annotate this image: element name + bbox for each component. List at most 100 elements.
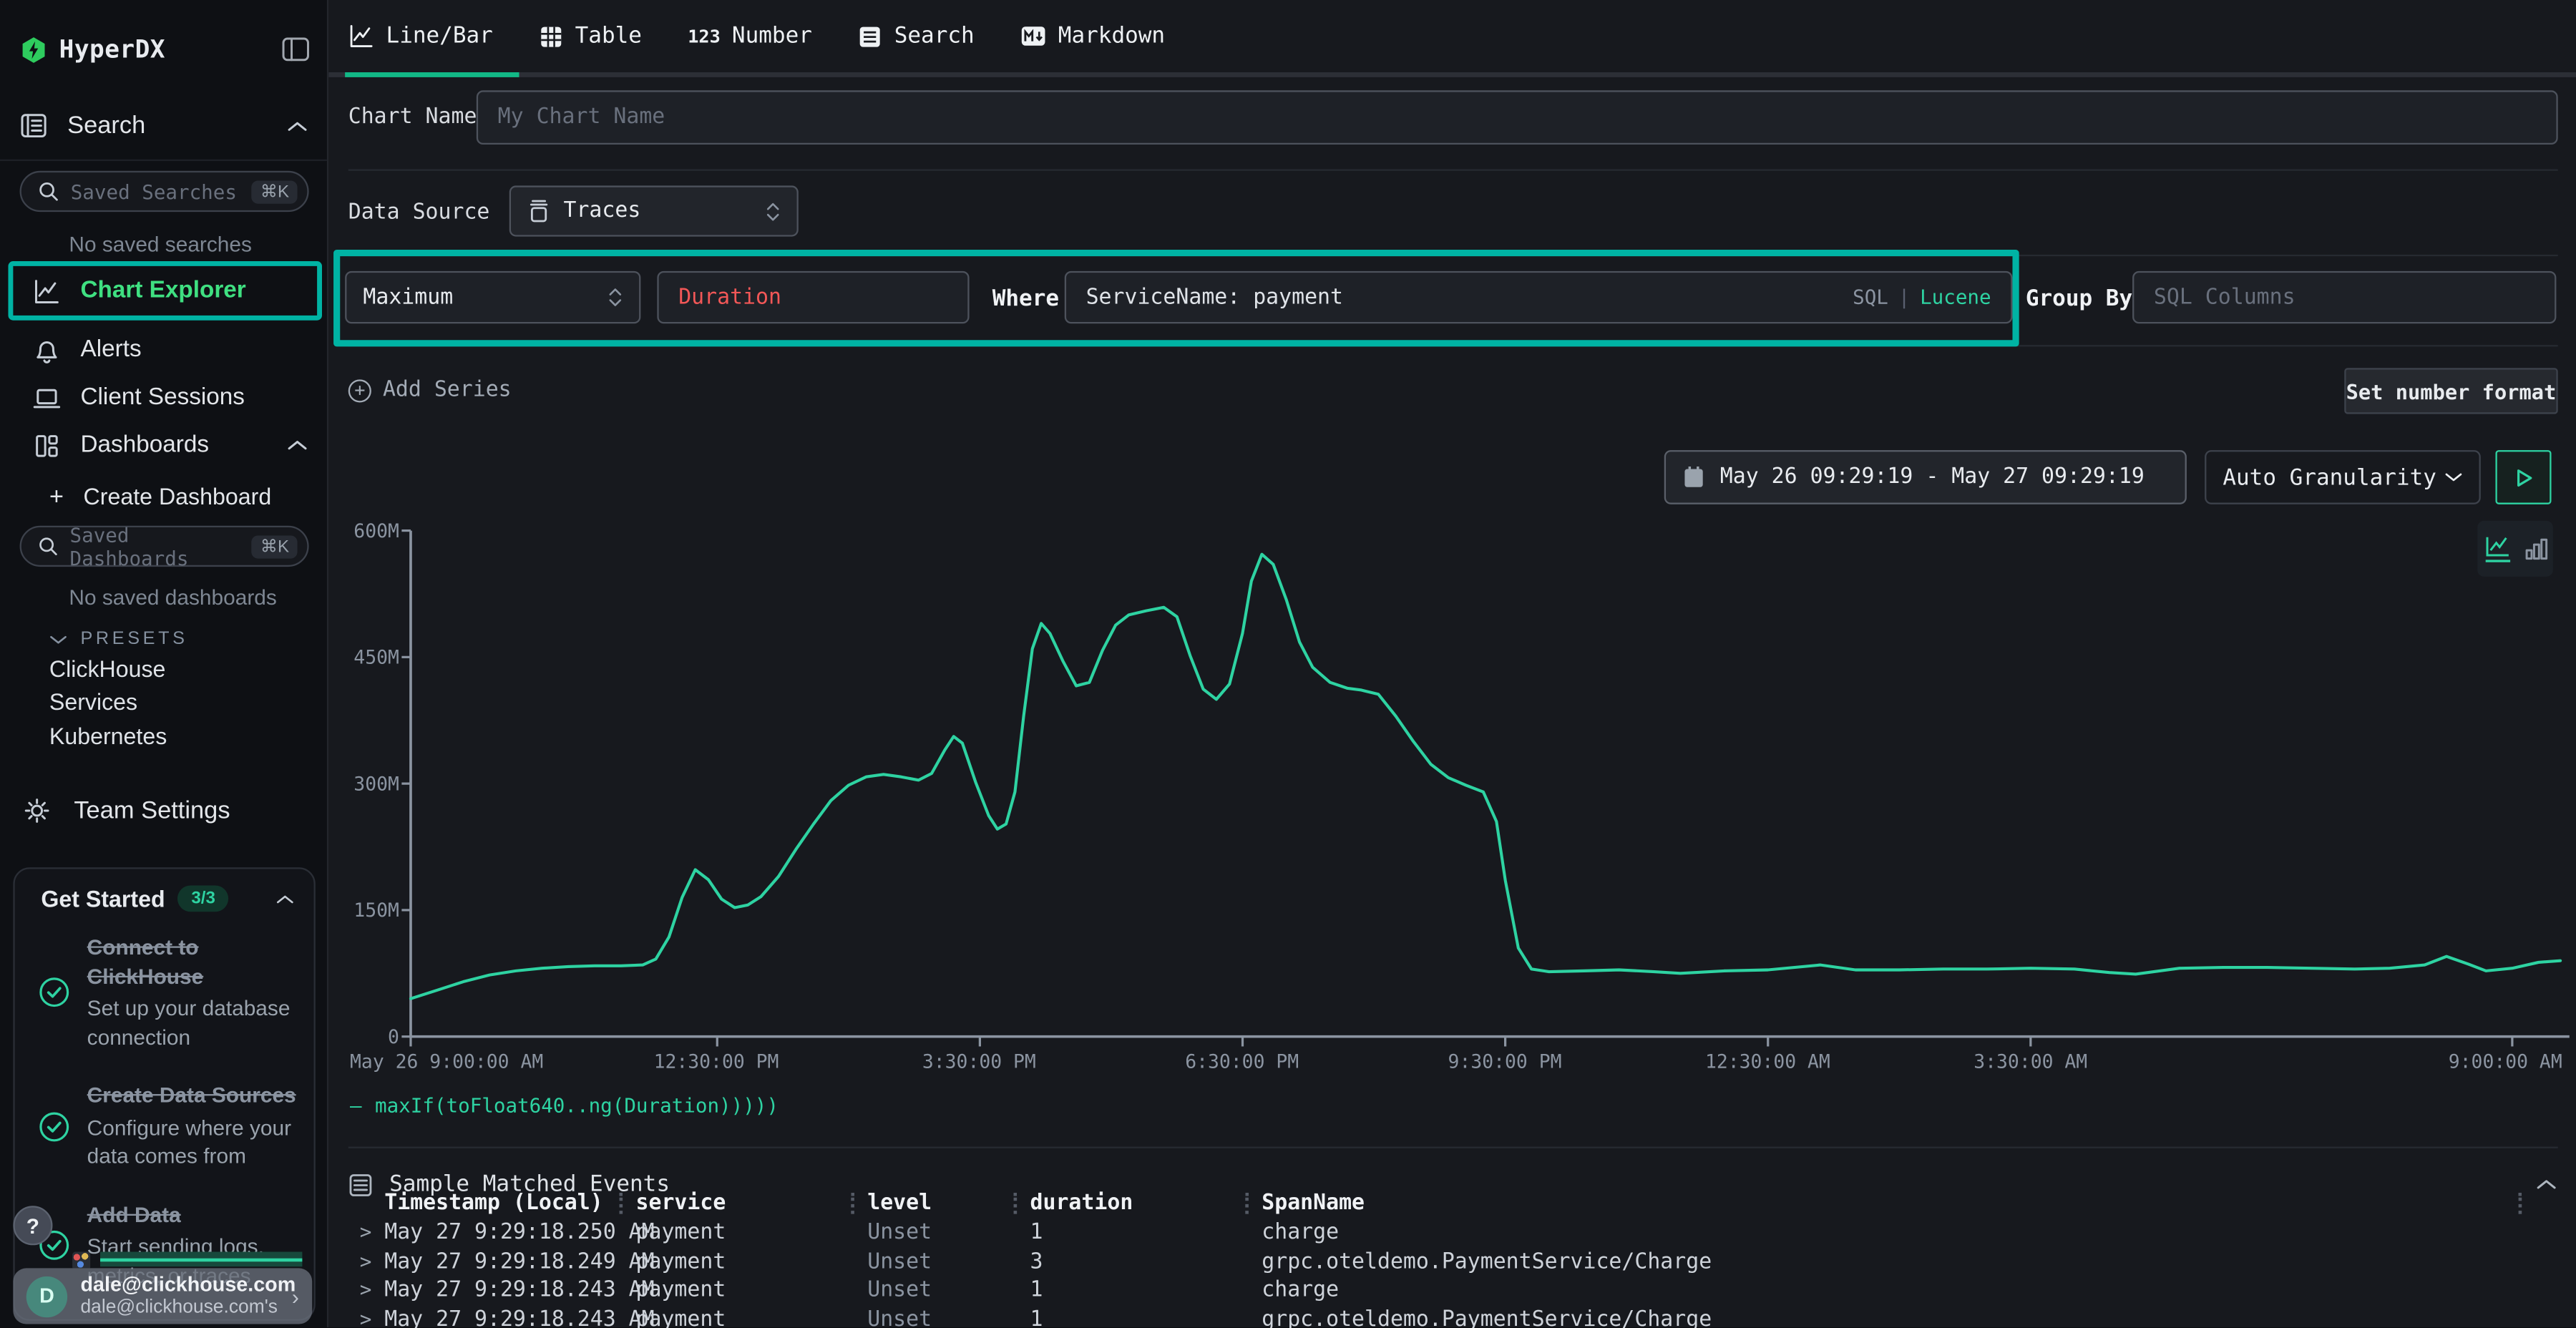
tab-search[interactable]: Search bbox=[858, 23, 975, 49]
series-divider-top bbox=[348, 255, 2558, 256]
cell-duration: 1 bbox=[1030, 1278, 1043, 1302]
line-chart[interactable] bbox=[398, 521, 2576, 1050]
group-by-input[interactable]: SQL Columns bbox=[2132, 271, 2556, 323]
cell-level: Unset bbox=[867, 1278, 932, 1302]
cell-timestamp: May 27 9:29:18.250 AM bbox=[384, 1221, 654, 1245]
column-resize-handle[interactable] bbox=[851, 1193, 854, 1214]
presets-toggle[interactable]: PRESETS bbox=[49, 621, 307, 658]
sidebar-section-search[interactable]: Search bbox=[20, 112, 308, 140]
set-number-format-button[interactable]: Set number format bbox=[2344, 368, 2557, 414]
select-chevrons-icon bbox=[608, 285, 623, 308]
date-range-value: May 26 09:29:19 - May 27 09:29:19 bbox=[1720, 465, 2145, 489]
x-axis-tick: May 26 9:00:00 AM bbox=[350, 1050, 543, 1073]
sidebar-divider bbox=[0, 160, 327, 161]
get-started-header[interactable]: Get Started 3/3 bbox=[15, 869, 314, 919]
x-axis-tick: 3:30:00 AM bbox=[1974, 1050, 2087, 1073]
cell-level: Unset bbox=[867, 1249, 932, 1274]
no-saved-searches-text: No saved searches bbox=[69, 232, 251, 256]
sidebar-item-dashboards[interactable]: Dashboards bbox=[33, 427, 307, 464]
hidden-checklist-item bbox=[72, 1251, 302, 1268]
user-team: dale@clickhouse.com's bbox=[80, 1297, 291, 1319]
row-expand-icon[interactable]: > bbox=[360, 1278, 372, 1301]
data-source-select[interactable]: Traces bbox=[509, 185, 799, 236]
chevron-up-icon[interactable] bbox=[276, 893, 294, 904]
chart-name-input[interactable]: My Chart Name bbox=[477, 90, 2558, 145]
granularity-value: Auto Granularity bbox=[2223, 464, 2436, 491]
create-dashboard-button[interactable]: + Create Dashboard bbox=[49, 478, 307, 514]
set-number-format-label: Set number format bbox=[2346, 379, 2557, 403]
sidebar-item-client-sessions[interactable]: Client Sessions bbox=[33, 379, 307, 416]
table-row[interactable]: > May 27 9:29:18.243 AM payment Unset 1 … bbox=[348, 1304, 2557, 1328]
sidebar-item-team-settings[interactable]: Team Settings bbox=[23, 792, 307, 829]
y-axis-tick-450m: 450M bbox=[328, 648, 399, 668]
date-range-input[interactable]: May 26 09:29:19 - May 27 09:29:19 bbox=[1664, 450, 2187, 504]
saved-searches-input[interactable]: Saved Searches ⌘K bbox=[20, 171, 309, 212]
tab-number[interactable]: 123 Number bbox=[688, 23, 812, 49]
chevron-down-icon bbox=[2444, 472, 2462, 483]
data-source-value: Traces bbox=[563, 199, 640, 223]
aggregation-select[interactable]: Maximum bbox=[345, 271, 640, 323]
table-row[interactable]: > May 27 9:29:18.249 AM payment Unset 3 … bbox=[348, 1246, 2557, 1274]
chevron-up-icon[interactable] bbox=[288, 439, 308, 451]
chevron-up-icon[interactable] bbox=[2537, 1178, 2557, 1191]
row-expand-icon[interactable]: > bbox=[360, 1307, 372, 1328]
section-divider bbox=[348, 1147, 2558, 1148]
tab-table[interactable]: Table bbox=[539, 23, 642, 49]
query-language-toggle[interactable]: SQL|Lucene bbox=[1853, 285, 1991, 308]
col-header-timestamp[interactable]: Timestamp (Local) bbox=[384, 1191, 602, 1216]
cell-service: payment bbox=[636, 1249, 726, 1274]
saved-dashboards-input[interactable]: Saved Dashboards ⌘K bbox=[20, 526, 309, 567]
table-row[interactable]: > May 27 9:29:18.250 AM payment Unset 1 … bbox=[348, 1217, 2557, 1246]
section-divider bbox=[348, 169, 2558, 170]
list-icon bbox=[348, 1172, 373, 1196]
row-expand-icon[interactable]: > bbox=[360, 1221, 372, 1244]
where-label: Where bbox=[992, 285, 1059, 312]
sidebar-item-chart-explorer[interactable]: Chart Explorer bbox=[33, 273, 307, 309]
add-series-button[interactable]: + Add Series bbox=[348, 378, 512, 402]
column-resize-handle[interactable] bbox=[620, 1193, 623, 1214]
run-query-button[interactable] bbox=[2495, 450, 2551, 504]
search-section-icon bbox=[20, 112, 48, 140]
user-menu[interactable]: D dale@clickhouse.com dale@clickhouse.co… bbox=[13, 1268, 312, 1324]
search-section-label: Search bbox=[67, 112, 145, 140]
col-header-duration[interactable]: duration bbox=[1030, 1191, 1133, 1216]
hidden-item-text-sliver bbox=[100, 1251, 302, 1266]
tab-markdown[interactable]: Markdown bbox=[1020, 23, 1165, 49]
table-icon bbox=[539, 24, 563, 48]
circle-plus-icon: + bbox=[348, 379, 371, 401]
tab-line-bar[interactable]: Line/Bar bbox=[348, 23, 493, 49]
col-header-spanname[interactable]: SpanName bbox=[1262, 1191, 1365, 1216]
sidebar-item-alerts[interactable]: Alerts bbox=[33, 332, 307, 368]
preset-kubernetes[interactable]: Kubernetes bbox=[49, 723, 167, 749]
cell-spanname: charge bbox=[1262, 1278, 1339, 1302]
no-saved-dashboards-text: No saved dashboards bbox=[69, 585, 276, 609]
row-expand-icon[interactable]: > bbox=[360, 1249, 372, 1272]
laptop-icon bbox=[33, 384, 61, 411]
dashboards-label: Dashboards bbox=[80, 432, 209, 459]
x-axis-tick: 12:30:00 PM bbox=[654, 1050, 779, 1073]
granularity-select[interactable]: Auto Granularity bbox=[2205, 450, 2481, 504]
lucene-option[interactable]: Lucene bbox=[1920, 285, 1991, 308]
get-started-item-sources[interactable]: Create Data Sources Configure where your… bbox=[15, 1066, 314, 1186]
preset-services[interactable]: Services bbox=[49, 688, 137, 715]
col-header-level[interactable]: level bbox=[867, 1191, 932, 1216]
x-axis-tick: 6:30:00 PM bbox=[1185, 1050, 1299, 1073]
legend-swatch: — bbox=[350, 1094, 362, 1117]
cell-timestamp: May 27 9:29:18.243 AM bbox=[384, 1278, 654, 1302]
get-started-item-connect[interactable]: Connect to ClickHouse Set up your databa… bbox=[15, 918, 314, 1066]
column-resize-handle[interactable] bbox=[2519, 1193, 2522, 1214]
collapse-sidebar-icon[interactable] bbox=[281, 36, 311, 63]
preset-clickhouse[interactable]: ClickHouse bbox=[49, 655, 166, 682]
sql-option[interactable]: SQL bbox=[1853, 285, 1888, 308]
column-resize-handle[interactable] bbox=[1245, 1193, 1249, 1214]
search-icon bbox=[38, 535, 59, 557]
where-input[interactable]: ServiceName: payment SQL|Lucene bbox=[1065, 271, 2013, 323]
chevron-up-icon[interactable] bbox=[288, 119, 308, 132]
field-input[interactable]: Duration bbox=[657, 271, 969, 323]
column-resize-handle[interactable] bbox=[1014, 1193, 1018, 1214]
table-row[interactable]: > May 27 9:29:18.243 AM payment Unset 1 … bbox=[348, 1275, 2557, 1304]
help-button[interactable]: ? bbox=[13, 1206, 52, 1245]
cell-spanname: grpc.oteldemo.PaymentService/Charge bbox=[1262, 1307, 1712, 1328]
check-circle-icon bbox=[38, 976, 71, 1009]
col-header-service[interactable]: service bbox=[636, 1191, 726, 1216]
